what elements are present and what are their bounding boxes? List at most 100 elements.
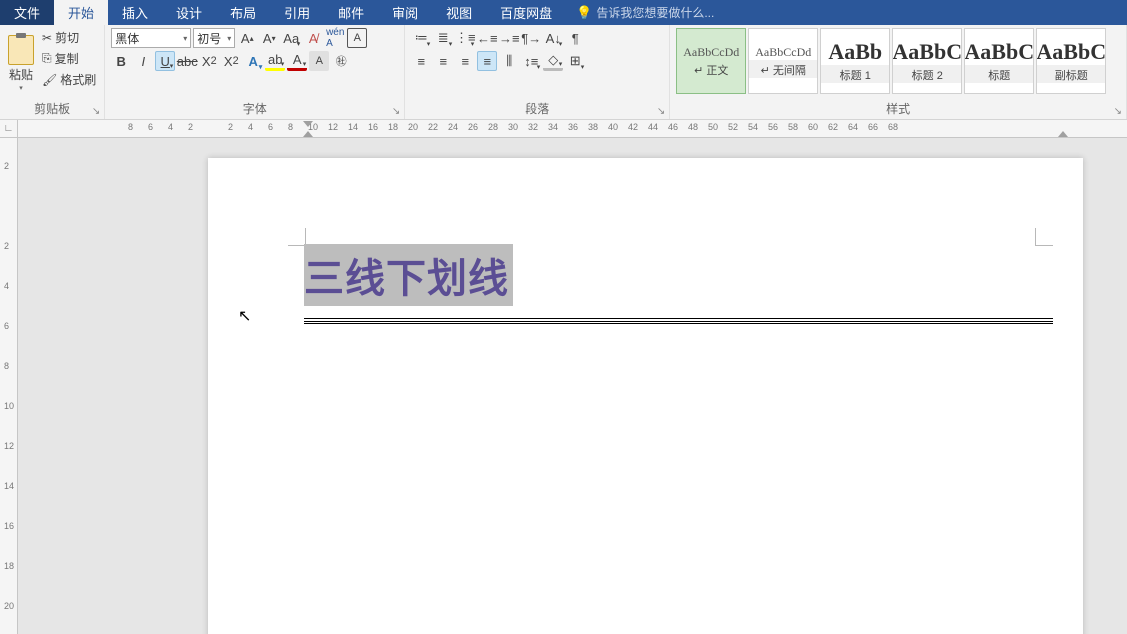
bullets-button[interactable]: ≔▾ [411, 28, 431, 48]
font-size-combo[interactable]: 初号▾ [193, 28, 235, 48]
tab-layout[interactable]: 布局 [216, 0, 270, 25]
font-color-button[interactable]: A▾ [287, 51, 307, 71]
copy-icon: ⎘ [42, 51, 52, 66]
shading-button[interactable]: ◇▾ [543, 51, 563, 71]
paragraph-launcher[interactable]: ↘ [657, 106, 665, 117]
style-item-5[interactable]: AaBbC副标题 [1036, 28, 1106, 94]
ruler-corner[interactable]: ∟ [0, 120, 18, 138]
show-marks-button[interactable]: ¶ [565, 28, 585, 48]
char-border-button[interactable]: A [347, 28, 367, 48]
styles-launcher[interactable]: ↘ [1114, 106, 1122, 117]
tab-baidu[interactable]: 百度网盘 [486, 0, 566, 25]
grow-font-button[interactable]: A▴ [237, 28, 257, 48]
indent-left-marker[interactable] [303, 131, 313, 137]
ruler-h-tick: 58 [788, 122, 798, 132]
highlight-button[interactable]: ab▾ [265, 51, 285, 71]
style-item-4[interactable]: AaBbC标题 [964, 28, 1034, 94]
ruler-horizontal[interactable]: 8642246810121416182022242628303234363840… [18, 120, 1127, 138]
clear-formatting-button[interactable]: A̸ [303, 28, 323, 48]
align-distribute-button[interactable]: ⫼ [499, 51, 519, 71]
char-shading-button[interactable]: A [309, 51, 329, 71]
increase-indent-button[interactable]: →≡ [499, 28, 519, 48]
shrink-font-button[interactable]: A▾ [259, 28, 279, 48]
ruler-h-tick: 32 [528, 122, 538, 132]
align-right-button[interactable]: ≡ [455, 51, 475, 71]
underline-button[interactable]: U▾ [155, 51, 175, 71]
italic-button[interactable]: I [133, 51, 153, 71]
paste-button[interactable]: 粘贴 ▾ [6, 28, 36, 98]
format-painter-button[interactable]: 🖌 格式刷 [40, 70, 98, 89]
style-preview: AaBbCcDd [755, 45, 811, 60]
multilevel-list-button[interactable]: ⋮≡▾ [455, 28, 475, 48]
ruler-v-tick: 16 [4, 521, 14, 531]
ruler-v-tick: 2 [4, 161, 9, 171]
align-justify-button[interactable]: ≡ [477, 51, 497, 71]
tab-mailings[interactable]: 邮件 [324, 0, 378, 25]
style-name: 标题 [965, 65, 1033, 83]
document-text-selection[interactable]: 三线下划线 [304, 244, 513, 306]
tab-design[interactable]: 设计 [162, 0, 216, 25]
style-preview: AaBb [828, 39, 882, 65]
ribbon: 粘贴 ▾ ✂ 剪切 ⎘ 复制 🖌 格式刷 剪贴板↘ [0, 25, 1127, 120]
decrease-indent-button[interactable]: ←≡ [477, 28, 497, 48]
phonetic-guide-button[interactable]: wénA [325, 28, 345, 48]
paragraph-group-label: 段落 [525, 102, 549, 116]
page[interactable]: 三线下划线 [208, 158, 1083, 634]
ruler-h-tick: 2 [188, 122, 193, 132]
ruler-h-tick: 44 [648, 122, 658, 132]
document-canvas[interactable]: 三线下划线 ↖ [18, 138, 1127, 634]
style-item-1[interactable]: AaBbCcDd↵ 无间隔 [748, 28, 818, 94]
paste-label: 粘贴 [9, 66, 33, 83]
tab-home[interactable]: 开始 [54, 0, 108, 25]
styles-gallery[interactable]: AaBbCcDd↵ 正文AaBbCcDd↵ 无间隔AaBb标题 1AaBbC标题… [676, 28, 1120, 94]
cut-button[interactable]: ✂ 剪切 [40, 28, 98, 47]
group-paragraph: ≔▾ ≣▾ ⋮≡▾ ←≡ →≡ ¶→ A↓▾ ¶ ≡ ≡ ≡ ≡ ⫼ ↕≡▾ ◇… [405, 25, 670, 119]
ruler-v-tick: 6 [4, 321, 9, 331]
enclose-char-button[interactable]: ㊓ [331, 51, 351, 71]
tab-references[interactable]: 引用 [270, 0, 324, 25]
bold-button[interactable]: B [111, 51, 131, 71]
ltr-button[interactable]: ¶→ [521, 28, 541, 48]
tell-me-search[interactable]: 💡 告诉我您想要做什么... [566, 0, 724, 25]
align-center-button[interactable]: ≡ [433, 51, 453, 71]
brush-icon: 🖌 [42, 73, 57, 87]
font-name-combo[interactable]: 黑体▾ [111, 28, 191, 48]
tab-insert[interactable]: 插入 [108, 0, 162, 25]
ruler-vertical[interactable]: 22468101214161820 [0, 138, 18, 634]
ruler-h-tick: 68 [888, 122, 898, 132]
tab-file[interactable]: 文件 [0, 0, 54, 25]
ruler-h-tick: 60 [808, 122, 818, 132]
ruler-h-tick: 48 [688, 122, 698, 132]
strikethrough-button[interactable]: abc [177, 51, 197, 71]
align-left-button[interactable]: ≡ [411, 51, 431, 71]
ribbon-tabs: 文件 开始 插入 设计 布局 引用 邮件 审阅 视图 百度网盘 💡 告诉我您想要… [0, 0, 1127, 25]
clipboard-launcher[interactable]: ↘ [92, 106, 100, 117]
style-name: 标题 2 [893, 65, 961, 83]
text-effects-button[interactable]: A▾ [243, 51, 263, 71]
sort-button[interactable]: A↓▾ [543, 28, 563, 48]
triple-underline [304, 318, 1053, 324]
font-launcher[interactable]: ↘ [392, 106, 400, 117]
indent-first-line-marker[interactable] [303, 121, 313, 127]
style-preview: AaBbC [892, 39, 962, 65]
borders-button[interactable]: ⊞▾ [565, 51, 585, 71]
style-item-2[interactable]: AaBb标题 1 [820, 28, 890, 94]
ruler-h-tick: 56 [768, 122, 778, 132]
style-item-0[interactable]: AaBbCcDd↵ 正文 [676, 28, 746, 94]
style-name: ↵ 无间隔 [749, 60, 817, 78]
style-item-3[interactable]: AaBbC标题 2 [892, 28, 962, 94]
superscript-button[interactable]: X2 [221, 51, 241, 71]
line-spacing-button[interactable]: ↕≡▾ [521, 51, 541, 71]
ruler-v-tick: 18 [4, 561, 14, 571]
numbering-button[interactable]: ≣▾ [433, 28, 453, 48]
change-case-button[interactable]: Aa▾ [281, 28, 301, 48]
tab-view[interactable]: 视图 [432, 0, 486, 25]
ruler-h-tick: 28 [488, 122, 498, 132]
tab-review[interactable]: 审阅 [378, 0, 432, 25]
ruler-h-tick: 6 [148, 122, 153, 132]
copy-button[interactable]: ⎘ 复制 [40, 49, 98, 68]
ruler-h-tick: 26 [468, 122, 478, 132]
indent-right-marker[interactable] [1058, 131, 1068, 137]
subscript-button[interactable]: X2 [199, 51, 219, 71]
ruler-h-tick: 18 [388, 122, 398, 132]
